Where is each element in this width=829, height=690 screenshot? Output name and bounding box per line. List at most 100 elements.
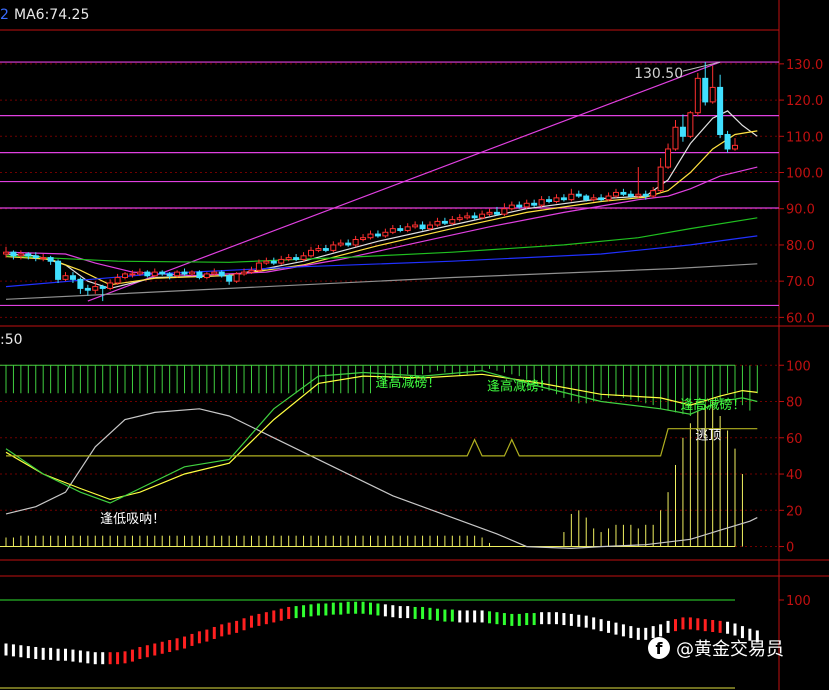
- candle-body: [523, 202, 530, 208]
- price-tick-label: 120.0: [786, 94, 823, 109]
- ma-legend: MA6:74.25: [14, 7, 90, 23]
- candle-body: [159, 271, 166, 275]
- candle-body: [285, 257, 292, 260]
- candle-body: [218, 271, 225, 277]
- candle-body: [315, 248, 322, 251]
- price-tick-label: 80.0: [786, 239, 815, 254]
- candle-body: [40, 257, 47, 260]
- candle-body: [620, 191, 627, 195]
- candle-body: [479, 213, 486, 219]
- candle-body: [174, 271, 181, 277]
- candle-body: [188, 271, 195, 275]
- candle-body: [501, 208, 508, 215]
- kdj-olive-line: [6, 428, 758, 457]
- candle-body: [709, 86, 716, 103]
- candle-body: [196, 271, 203, 279]
- candle-body: [412, 224, 419, 228]
- candle-body: [627, 193, 634, 197]
- price-tick-label: 110.0: [786, 130, 823, 145]
- candle-body: [226, 275, 233, 282]
- candle-body: [92, 286, 99, 291]
- candle-body: [605, 195, 612, 201]
- candle-body: [144, 271, 151, 277]
- candle-body: [441, 220, 448, 224]
- candle-body: [486, 211, 493, 215]
- candle-body: [300, 255, 307, 260]
- stock-chart: 60.0 70.0 80.0 90.0 100.0 110.0 120.0 130.0 0 20 4…: [0, 0, 829, 690]
- candle-body: [389, 228, 396, 233]
- kdj-white-line: [5, 408, 758, 550]
- candle-body: [360, 237, 367, 241]
- ind-signal-label: 逢高减磅！: [375, 375, 440, 391]
- candle-body: [612, 191, 619, 197]
- candle-body: [702, 77, 709, 103]
- watermark-handle: @黄金交易员: [676, 639, 784, 660]
- candle-body: [724, 133, 731, 150]
- candle-body: [345, 242, 352, 246]
- candle-body: [732, 144, 738, 150]
- candle-body: [449, 219, 456, 224]
- candle-body: [166, 273, 173, 277]
- candle-body: [270, 260, 277, 264]
- candle-body: [330, 244, 337, 251]
- candle-body: [598, 197, 605, 201]
- candle-body: [129, 273, 136, 276]
- candle-body: [657, 166, 664, 192]
- candle-body: [55, 260, 62, 280]
- candle-body: [136, 271, 143, 275]
- candle-body: [575, 193, 582, 197]
- candle-body: [99, 286, 106, 289]
- candle-body: [84, 287, 91, 291]
- candle-body: [679, 126, 686, 137]
- candle-body: [69, 275, 76, 280]
- candle-body: [151, 271, 158, 277]
- ind-signal-label: 逃顶: [695, 429, 721, 444]
- candle-body: [560, 197, 567, 201]
- ind-tick-label: 40: [786, 468, 803, 483]
- candle-body: [17, 253, 24, 257]
- candle-body: [694, 77, 701, 114]
- ind-tick-label: 0: [786, 541, 794, 556]
- candle-body: [456, 217, 463, 221]
- candle-body: [516, 204, 523, 208]
- candle-body: [642, 193, 649, 197]
- candle-body: [77, 278, 84, 289]
- candle-body: [107, 282, 114, 289]
- candle-body: [434, 220, 441, 226]
- candle-body: [672, 126, 679, 150]
- facebook-f-icon: f: [648, 637, 670, 659]
- candle-body: [531, 202, 538, 206]
- candle-body: [203, 273, 210, 279]
- ind-signal-label: 逢高减磅！: [680, 397, 745, 413]
- price-tick-label: 70.0: [786, 275, 815, 290]
- watermark: f @黄金交易员: [648, 635, 784, 661]
- candle-body: [62, 275, 69, 280]
- candle-body: [508, 204, 515, 210]
- candle-body: [471, 215, 478, 219]
- candle-body: [3, 251, 9, 255]
- ind-tick-label: 20: [786, 504, 803, 519]
- candle-body: [493, 211, 500, 215]
- candle-body: [278, 258, 285, 264]
- candle-body: [25, 253, 32, 257]
- candle-body: [650, 190, 657, 197]
- candle-body: [419, 224, 426, 230]
- axis-frame: [0, 0, 829, 690]
- price-tick-label: 60.0: [786, 311, 815, 326]
- candle-body: [352, 239, 359, 246]
- ma-pink-line: [5, 166, 758, 277]
- candle-body: [10, 251, 17, 257]
- candle-body: [546, 199, 553, 202]
- candle-body: [307, 249, 314, 257]
- ind-signal-label: 逢高减磅！: [487, 379, 552, 395]
- candle-body: [538, 199, 545, 206]
- header-prefix: 2: [0, 7, 9, 23]
- candle-body: [114, 277, 121, 284]
- ind-signal-label: 逢低吸呐！: [100, 512, 165, 527]
- candle-body: [427, 224, 434, 230]
- candle-body: [397, 228, 404, 231]
- candle-body: [263, 260, 270, 264]
- candle-body: [181, 271, 188, 275]
- candle-body: [583, 195, 590, 201]
- candle-body: [241, 271, 248, 275]
